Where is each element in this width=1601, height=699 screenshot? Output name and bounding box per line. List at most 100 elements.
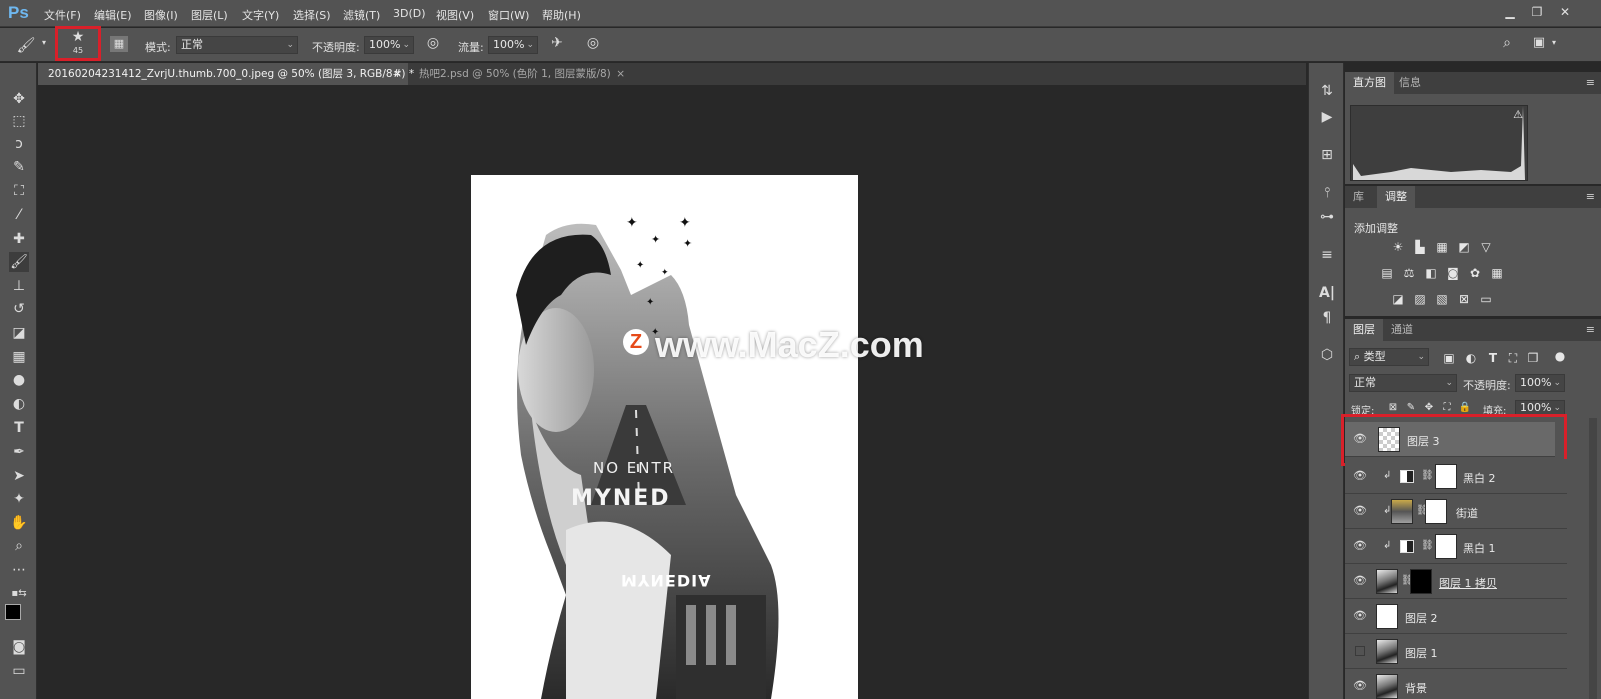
invert-icon[interactable]: ◪ (1390, 292, 1406, 306)
blend-mode-select[interactable]: 正常 ⌄ (1349, 374, 1457, 392)
close-icon[interactable]: × (616, 63, 625, 85)
quick-mask-icon[interactable]: ◙ (9, 637, 29, 657)
levels-icon[interactable]: ▙ (1412, 240, 1428, 254)
menu-file[interactable]: 文件(F) (44, 7, 81, 23)
lock-artboard-icon[interactable]: ⛶ (1439, 401, 1455, 415)
filter-shape-icon[interactable]: ⛶ (1505, 351, 1521, 365)
flow-input[interactable]: 100% ⌄ (488, 36, 538, 54)
layer-item[interactable]: 👁 ⛓ 图层 1 拷贝 (1345, 564, 1567, 599)
blur-tool-icon[interactable]: ● (9, 370, 29, 390)
photo-filter-icon[interactable]: ◙ (1445, 266, 1461, 280)
mask-thumbnail[interactable] (1425, 499, 1447, 524)
tab-adjustments[interactable]: 调整 (1377, 186, 1415, 208)
brush-tool-preset-icon[interactable]: 🖌 (16, 36, 36, 54)
filter-adjustment-icon[interactable]: ◐ (1463, 351, 1479, 365)
paragraph-panel-icon[interactable]: ¶ (1317, 308, 1337, 328)
pressure-opacity-icon[interactable]: ◎ (424, 35, 442, 51)
menu-view[interactable]: 视图(V) (436, 7, 474, 23)
history-panel-icon[interactable]: ⇅ (1317, 81, 1337, 101)
layer-item[interactable]: 👁 图层 2 (1345, 599, 1567, 634)
layer-item[interactable]: 👁 ↲ ⛓ 黑白 1 (1345, 529, 1567, 564)
airbrush-icon[interactable]: ✈ (548, 35, 566, 51)
layer-filter-select[interactable]: ⌕ 类型 ⌄ (1349, 348, 1429, 366)
curves-icon[interactable]: ▦ (1434, 240, 1450, 254)
menu-image[interactable]: 图像(I) (144, 7, 178, 23)
eraser-tool-icon[interactable]: ◪ (9, 323, 29, 343)
color-lookup-icon[interactable]: ▦ (1489, 266, 1505, 280)
tab-document-1[interactable]: 20160204231412_ZvrjU.thumb.700_0.jpeg @ … (38, 63, 414, 85)
mask-thumbnail[interactable] (1410, 569, 1432, 594)
menu-edit[interactable]: 编辑(E) (94, 7, 132, 23)
more-tools-icon[interactable]: ⋯ (9, 560, 29, 580)
visibility-eye-icon[interactable]: 👁 (1353, 505, 1367, 517)
threshold-icon[interactable]: ▧ (1434, 292, 1450, 306)
layer-name[interactable]: 黑白 2 (1463, 470, 1496, 486)
color-balance-icon[interactable]: ⚖ (1401, 266, 1417, 280)
lock-transparency-icon[interactable]: ⊠ (1385, 401, 1401, 415)
layer-name[interactable]: 街道 (1456, 505, 1478, 521)
menu-filter[interactable]: 滤镜(T) (343, 7, 380, 23)
3d-panel-icon[interactable]: ⬡ (1317, 345, 1337, 365)
link-icon[interactable]: ⛓ (1421, 540, 1434, 551)
filter-smart-icon[interactable]: ❐ (1525, 351, 1541, 365)
lasso-tool-icon[interactable]: ↄ (9, 134, 29, 154)
panel-menu-icon[interactable]: ≡ (1586, 76, 1595, 89)
filter-type-icon[interactable]: T (1485, 351, 1501, 365)
visibility-eye-icon[interactable]: 👁 (1353, 540, 1367, 552)
gradient-map-icon[interactable]: ▭ (1478, 292, 1494, 306)
healing-brush-icon[interactable]: ✚ (9, 229, 29, 249)
visibility-toggle-empty[interactable] (1355, 646, 1365, 656)
stamp-tool-icon[interactable]: ⊥ (9, 276, 29, 296)
layer-name[interactable]: 图层 1 拷贝 (1439, 575, 1497, 591)
default-colors-icon[interactable]: ▪⇆ (9, 584, 29, 604)
tab-channels[interactable]: 通道 (1383, 319, 1421, 341)
move-tool-icon[interactable]: ✥ (9, 89, 29, 109)
path-select-icon[interactable]: ➤ (9, 466, 29, 486)
quick-select-icon[interactable]: ✎ (9, 157, 29, 177)
brush-settings-icon[interactable]: ⫯ (1317, 183, 1337, 203)
layer-name[interactable]: 背景 (1405, 680, 1427, 696)
tab-layers[interactable]: 图层 (1345, 319, 1383, 341)
brush-tool-icon[interactable]: 🖌 (9, 252, 29, 272)
workspace-icon[interactable]: ▣ (1530, 35, 1548, 50)
zoom-tool-icon[interactable]: ⌕ (9, 536, 29, 556)
layer-opacity-input[interactable]: 100% ⌄ (1515, 374, 1565, 392)
pressure-size-icon[interactable]: ◎ (584, 35, 602, 51)
brush-presets-icon[interactable]: ⊶ (1317, 207, 1337, 227)
filter-toggle-icon[interactable]: ● (1552, 349, 1568, 363)
lock-pixels-icon[interactable]: ✎ (1403, 401, 1419, 415)
link-icon[interactable]: ⛓ (1421, 470, 1434, 481)
minimize-icon[interactable]: ▁ (1501, 4, 1519, 20)
vibrance-icon[interactable]: ▽ (1478, 240, 1494, 254)
layer-item[interactable]: 👁 ↲ ⛓ 街道 (1345, 494, 1567, 529)
paragraph-styles-icon[interactable]: ≡ (1317, 245, 1337, 265)
document-canvas[interactable]: ✦ ✦ ✦ ✦ ✦ ✦ ✦ ✦ NO ENTR MYNED MYNEDIA (471, 175, 858, 699)
posterize-icon[interactable]: ▨ (1412, 292, 1428, 306)
tab-info[interactable]: 信息 (1391, 72, 1429, 94)
pen-tool-icon[interactable]: ✒ (9, 442, 29, 462)
properties-panel-icon[interactable]: ⊞ (1317, 145, 1337, 165)
menu-type[interactable]: 文字(Y) (242, 7, 279, 23)
chevron-down-icon[interactable]: ▾ (1550, 38, 1558, 47)
visibility-eye-icon[interactable]: 👁 (1353, 680, 1367, 692)
layer-item[interactable]: 👁 背景 (1345, 669, 1567, 699)
character-panel-icon[interactable]: A| (1317, 283, 1337, 303)
tab-libraries[interactable]: 库 (1345, 186, 1372, 208)
filter-pixel-icon[interactable]: ▣ (1441, 351, 1457, 365)
screen-mode-icon[interactable]: ▭ (9, 661, 29, 681)
history-brush-icon[interactable]: ↺ (9, 299, 29, 319)
lock-all-icon[interactable]: 🔒 (1457, 401, 1473, 415)
close-icon[interactable]: × (393, 63, 402, 85)
layer-name[interactable]: 图层 2 (1405, 610, 1438, 626)
brush-panel-icon[interactable]: ▦ (110, 36, 128, 52)
mask-thumbnail[interactable] (1435, 464, 1457, 489)
tab-histogram[interactable]: 直方图 (1345, 72, 1394, 94)
actions-play-icon[interactable]: ▶ (1317, 107, 1337, 127)
shape-tool-icon[interactable]: ✦ (9, 489, 29, 509)
warning-icon[interactable]: ⚠ (1513, 108, 1523, 121)
menu-select[interactable]: 选择(S) (293, 7, 331, 23)
close-icon[interactable]: ✕ (1556, 4, 1574, 20)
black-white-icon[interactable]: ◧ (1423, 266, 1439, 280)
panel-menu-icon[interactable]: ≡ (1586, 190, 1595, 203)
mask-thumbnail[interactable] (1435, 534, 1457, 559)
